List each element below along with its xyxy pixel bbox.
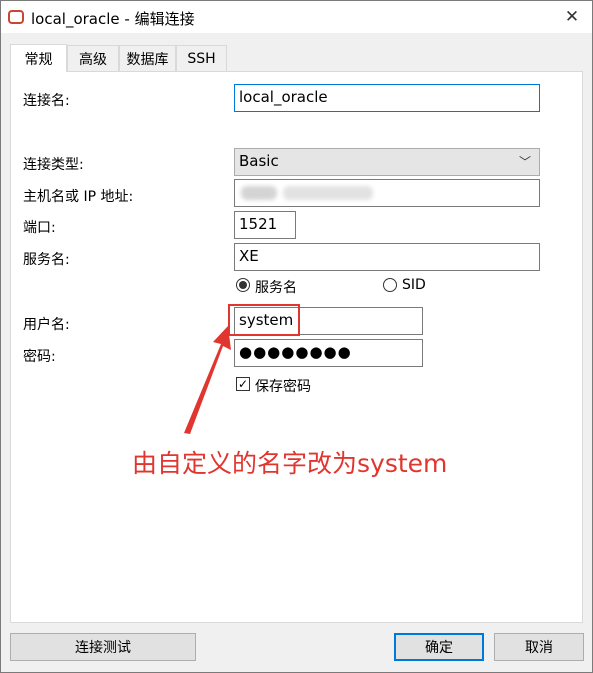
test-connection-button[interactable]: 连接测试 bbox=[10, 633, 196, 661]
cancel-button[interactable]: 取消 bbox=[494, 633, 584, 661]
annotation-text: 由自定义的名字改为system bbox=[132, 449, 448, 478]
annotation-arrow-shape bbox=[184, 326, 231, 434]
tab-general[interactable]: 常规 bbox=[10, 44, 67, 72]
ok-button[interactable]: 确定 bbox=[394, 633, 484, 661]
annotation-arrow bbox=[184, 326, 231, 434]
edit-connection-dialog: local_oracle - 编辑连接 ✕ 常规 高级 数据库 SSH 连接名:… bbox=[0, 0, 593, 673]
